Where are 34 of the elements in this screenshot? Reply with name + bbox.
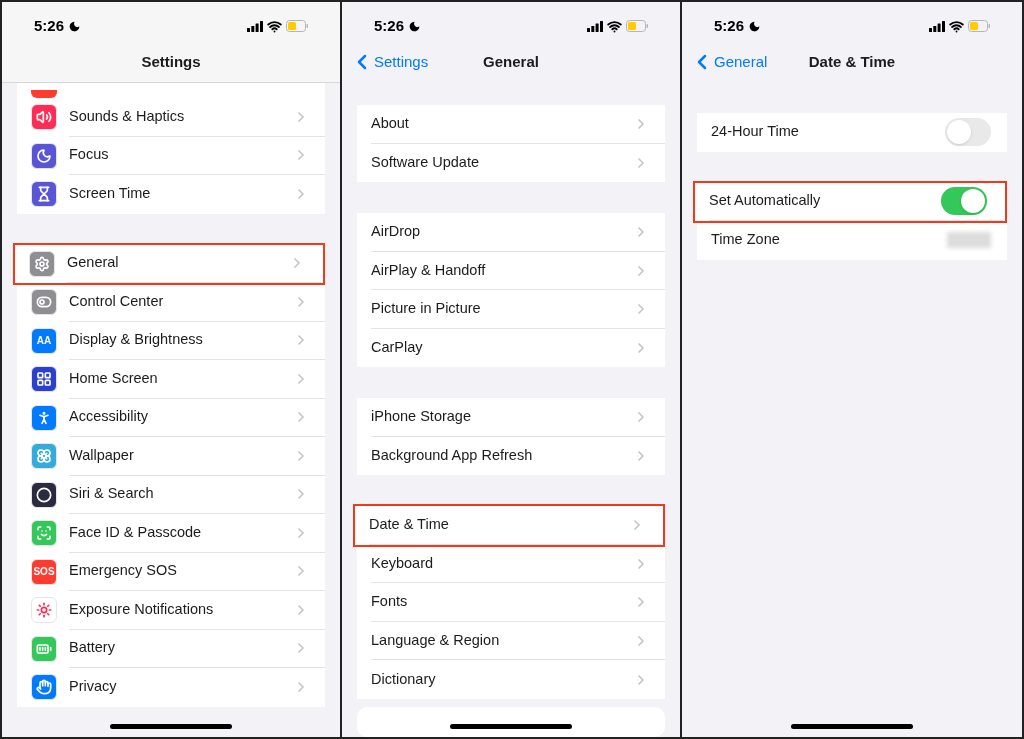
battery-icon [626,20,648,32]
settings-row[interactable]: AirDrop [357,213,665,252]
back-button[interactable]: General [690,50,768,74]
settings-row[interactable]: Date & Time [355,506,663,545]
toggle-switch[interactable] [941,187,987,216]
status-time: 5:26 [714,15,745,36]
app-icon: AA [31,327,57,354]
moon-icon [408,19,422,33]
settings-row[interactable]: About [357,105,665,144]
app-icon [31,90,57,98]
setting-label: Set Automatically [709,191,822,211]
status-time: 5:26 [374,15,405,36]
settings-row[interactable]: iPhone Storage [357,398,665,437]
setting-label: 24-Hour Time [711,122,800,142]
battery-icon [968,20,990,32]
battery-icon [286,20,308,32]
settings-row[interactable]: General [15,244,323,283]
nav-title: General [483,51,539,72]
setting-label: Time Zone [711,230,781,250]
back-button[interactable]: Settings [350,50,429,74]
wifi-icon [949,18,964,34]
moon-icon [748,19,762,33]
nav-title: Date & Time [808,51,896,72]
blurred-value [947,232,991,249]
signal-icon [587,20,603,32]
app-icon: SOS [31,558,57,585]
signal-icon [929,20,945,32]
toggle-switch[interactable] [945,118,991,147]
wifi-icon [267,18,282,34]
moon-icon [68,19,82,33]
status-time: 5:26 [34,15,65,36]
nav-title: Settings [141,51,201,72]
signal-icon [247,20,263,32]
wifi-icon [607,18,622,34]
